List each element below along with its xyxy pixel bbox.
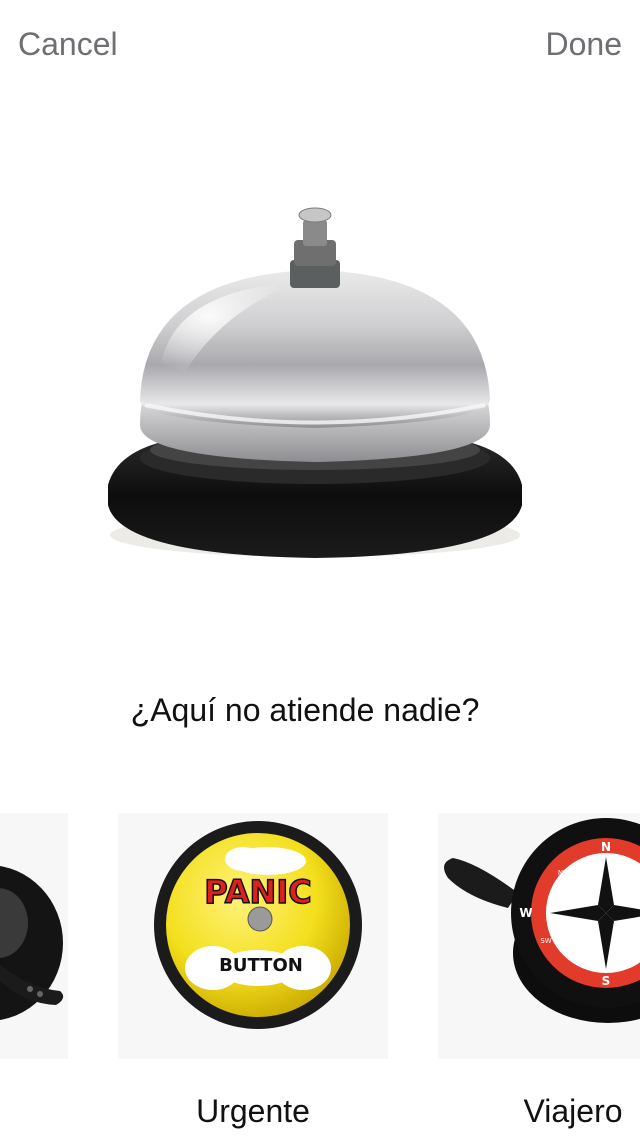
- done-button[interactable]: Done: [546, 24, 623, 64]
- carousel-gap: [388, 813, 438, 1059]
- panic-button-bell-image: PANIC BUTTON: [118, 813, 388, 1059]
- compass-n-text: N: [601, 840, 611, 854]
- bell-carousel[interactable]: o PANIC BUTTON: [0, 813, 640, 1136]
- cancel-button[interactable]: Cancel: [18, 24, 118, 64]
- desk-bell-icon: [108, 207, 522, 558]
- compass-bell-icon: N S W NE SE NW SW: [444, 818, 640, 1023]
- desk-bell-image: [100, 200, 540, 570]
- carousel-item[interactable]: PANIC BUTTON Urgente: [118, 813, 388, 1136]
- bell-caption: ¿Aquí no atiende nadie?: [130, 692, 480, 728]
- carousel-item[interactable]: o: [0, 813, 68, 1136]
- compass-sw-text: SW: [540, 937, 551, 945]
- carousel-item-label: o: [0, 1089, 68, 1133]
- bike-bell-black-icon: [0, 866, 64, 1020]
- carousel-item-label: Urgente: [196, 1093, 310, 1129]
- carousel-item-label: Viajero: [523, 1093, 623, 1129]
- carousel-gap: [68, 813, 118, 1059]
- compass-w-text: W: [519, 906, 532, 920]
- bike-bell-black-image: [0, 813, 68, 1059]
- compass-nw-text: NW: [558, 869, 570, 877]
- carousel-item[interactable]: N S W NE SE NW SW Viajero: [438, 813, 640, 1136]
- panic-text: PANIC: [204, 873, 311, 911]
- button-text: BUTTON: [219, 955, 303, 976]
- panic-button-bell-icon: PANIC BUTTON: [154, 821, 362, 1029]
- compass-s-text: S: [602, 974, 611, 988]
- compass-bell-image: N S W NE SE NW SW: [438, 813, 640, 1059]
